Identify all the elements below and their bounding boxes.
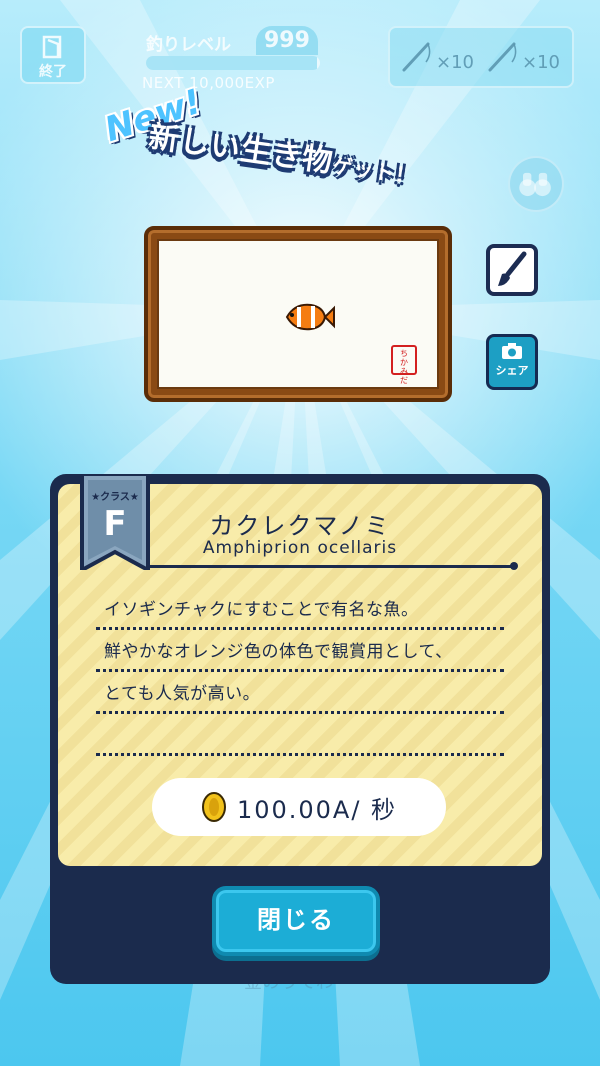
banner-title-main: 新しい生き物 bbox=[146, 119, 336, 180]
creature-description: イソギンチャクにすむことで有名な魚。 鮮やかなオレンジ色の体色で観賞用として、 … bbox=[96, 588, 504, 756]
class-badge: ★クラス★ F bbox=[80, 474, 150, 570]
title-divider-dot bbox=[510, 562, 518, 570]
rod-count-text: ×10 bbox=[436, 51, 474, 73]
species-name-jp: カクレクマノミ bbox=[209, 512, 391, 540]
clownfish-icon bbox=[285, 303, 335, 331]
close-button[interactable]: 閉じる bbox=[212, 886, 380, 956]
species-name-en: Amphiprion ocellaris bbox=[202, 538, 398, 558]
gold-coin-icon bbox=[201, 792, 226, 822]
rod-inventory: ×10 ×10 bbox=[388, 26, 574, 88]
class-label: ★クラス★ bbox=[91, 492, 139, 503]
income-value: 100.00A/ 秒 bbox=[236, 795, 398, 824]
new-creature-banner: New! 新しい生き物ゲット！ bbox=[98, 82, 478, 196]
share-label: シェア bbox=[495, 364, 529, 377]
rod-count-1: ×10 bbox=[400, 40, 474, 74]
fishing-rod-icon bbox=[402, 42, 431, 72]
door-exit-icon bbox=[42, 35, 62, 59]
income-pill: 100.00A/ 秒 bbox=[152, 778, 446, 836]
binoculars-icon bbox=[519, 172, 551, 197]
description-line: イソギンチャクにすむことで有名な魚。 bbox=[96, 588, 504, 630]
binoculars-button[interactable] bbox=[508, 156, 564, 212]
paint-brush-icon bbox=[498, 251, 527, 286]
class-grade: F bbox=[103, 504, 127, 544]
level-progress-bar bbox=[146, 56, 320, 70]
title-divider bbox=[150, 565, 512, 568]
quit-button[interactable]: 終了 bbox=[20, 26, 86, 84]
banner-title-small: ゲット！ bbox=[330, 153, 418, 189]
share-button[interactable]: シェア bbox=[486, 334, 538, 390]
picture-canvas: ちかみだ bbox=[157, 239, 439, 389]
rod-count-text: ×10 bbox=[522, 51, 560, 73]
level-label: 釣りレベル bbox=[146, 35, 231, 55]
description-line bbox=[96, 714, 504, 756]
level-value: 999 bbox=[256, 26, 318, 55]
banner-title: 新しい生き物ゲット！ bbox=[146, 111, 419, 192]
description-line: 鮮やかなオレンジ色の体色で観賞用として、 bbox=[96, 630, 504, 672]
creature-picture-frame: ちかみだ bbox=[144, 226, 452, 402]
fishing-rod-icon bbox=[488, 42, 517, 72]
artist-stamp: ちかみだ bbox=[391, 345, 417, 385]
quit-label: 終了 bbox=[39, 64, 67, 80]
next-exp-text: NEXT 10,000EXP bbox=[142, 74, 275, 92]
camera-icon bbox=[502, 343, 522, 359]
paint-brush-button[interactable] bbox=[486, 244, 538, 296]
rod-count-2: ×10 bbox=[486, 40, 560, 74]
level-progress-fill bbox=[146, 56, 317, 70]
description-line: とても人気が高い。 bbox=[96, 672, 504, 714]
